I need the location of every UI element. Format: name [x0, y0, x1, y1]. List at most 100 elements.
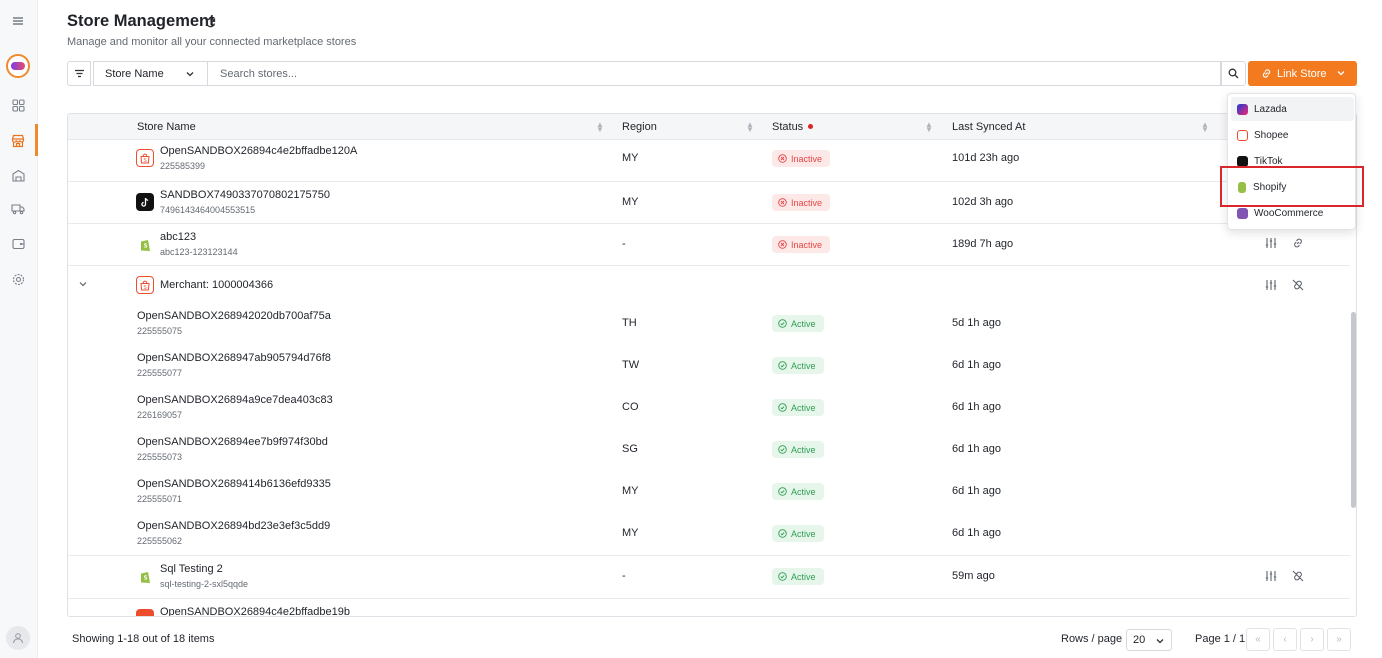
table-row[interactable]: SANDBOX7490337070802175750 7496143464004… — [68, 181, 1350, 223]
store-id: 226169057 — [137, 410, 183, 420]
unlink-icon[interactable] — [1292, 279, 1304, 294]
truck-icon[interactable] — [0, 192, 36, 226]
items-count: Showing 1-18 out of 18 items — [72, 633, 215, 645]
stores-table: Store Name ▲ ▼ Region ▲ ▼ Status ▲ ▼ Last S… — [67, 113, 1357, 617]
store-icon[interactable] — [0, 124, 38, 158]
sort-icon[interactable]: ▲ ▼ — [925, 121, 933, 134]
close-circle-icon — [778, 198, 787, 207]
merchant-store-row[interactable]: OpenSANDBOX2689414b6136efd9335 225555071… — [68, 471, 1350, 513]
region-cell: SG — [622, 443, 638, 455]
region-cell: - — [622, 238, 626, 250]
chevron-down-icon — [186, 72, 194, 77]
store-name[interactable]: OpenSANDBOX268942020db700af75a — [137, 310, 331, 322]
region-cell: MY — [622, 152, 639, 164]
chevron-down-icon[interactable] — [78, 279, 88, 292]
table-row[interactable]: Sql Testing 2 sql-testing-2-sxl5qqde - A… — [68, 555, 1350, 598]
prev-page-button[interactable]: ‹ — [1273, 628, 1297, 651]
store-id: 225555073 — [137, 452, 183, 462]
tiktok-icon — [136, 193, 154, 211]
table-header: Store Name ▲ ▼ Region ▲ ▼ Status ▲ ▼ Last S… — [68, 114, 1356, 140]
status-badge: Inactive — [772, 150, 831, 167]
region-cell: - — [622, 570, 626, 582]
link-store-dropdown: Lazada Shopee TikTok Shopify WooCommerce — [1227, 93, 1356, 230]
refresh-icon[interactable] — [205, 15, 216, 33]
page-info: Page 1 / 1 — [1195, 633, 1246, 645]
last-synced-cell: 6d 1h ago — [952, 401, 1001, 413]
search-icon — [1228, 68, 1239, 79]
column-header-status[interactable]: Status — [772, 121, 814, 133]
link-store-button[interactable]: Link Store — [1248, 61, 1357, 86]
merchant-store-row[interactable]: OpenSANDBOX26894a9ce7dea403c83 226169057… — [68, 387, 1350, 429]
settings-sliders-icon[interactable] — [1265, 237, 1277, 252]
status-badge: Active — [772, 483, 824, 500]
sort-icon[interactable]: ▲ ▼ — [596, 121, 604, 134]
store-id: 7496143464004553515 — [160, 205, 256, 215]
sort-icon[interactable]: ▲ ▼ — [746, 121, 754, 134]
shopee-icon: S — [136, 276, 154, 294]
merchant-store-row[interactable]: OpenSANDBOX268947ab905794d76f8 225555077… — [68, 345, 1350, 387]
store-id: 225555062 — [137, 536, 183, 546]
app-logo — [6, 54, 30, 78]
merchant-store-row[interactable]: OpenSANDBOX26894ee7b9f974f30bd 225555073… — [68, 429, 1350, 471]
sort-icon[interactable]: ▲ ▼ — [1201, 121, 1209, 134]
last-synced-cell: 6d 1h ago — [952, 485, 1001, 497]
store-name[interactable]: OpenSANDBOX26894bd23e3ef3c5dd9 — [137, 520, 330, 532]
link-icon[interactable] — [1292, 237, 1304, 252]
woocommerce-icon — [1237, 207, 1248, 219]
user-avatar[interactable] — [6, 626, 30, 650]
menu-icon[interactable] — [0, 4, 36, 38]
search-input[interactable] — [208, 61, 1221, 86]
status-badge: Active — [772, 357, 824, 374]
store-name[interactable]: OpenSANDBOX2689414b6136efd9335 — [137, 478, 331, 490]
link-icon — [1262, 69, 1271, 78]
dashboard-icon[interactable] — [0, 88, 36, 122]
last-synced-cell: 189d 7h ago — [952, 238, 1014, 250]
dropdown-item-lazada[interactable]: Lazada — [1231, 97, 1354, 121]
dropdown-item-shopee[interactable]: Shopee — [1231, 123, 1354, 147]
search-field-select-value: Store Name — [105, 67, 164, 80]
region-cell: TW — [622, 359, 640, 371]
filter-button[interactable] — [67, 61, 91, 86]
search-button[interactable] — [1221, 61, 1246, 86]
store-name[interactable]: OpenSANDBOX26894ee7b9f974f30bd — [137, 436, 328, 448]
merchant-store-row[interactable]: OpenSANDBOX26894bd23e3ef3c5dd9 225555062… — [68, 513, 1350, 555]
link-store-label: Link Store — [1277, 67, 1327, 80]
column-header-region[interactable]: Region — [622, 121, 657, 133]
next-page-button[interactable]: › — [1300, 628, 1324, 651]
unlink-icon[interactable] — [1292, 570, 1304, 585]
table-row[interactable]: OpenSANDBOX26894c4e2bffadbe19b — [68, 598, 1350, 616]
table-row[interactable]: S OpenSANDBOX26894c4e2bffadbe120A 225585… — [68, 140, 1350, 181]
last-synced-cell: 102d 3h ago — [952, 196, 1014, 208]
wallet-icon[interactable] — [0, 226, 36, 260]
store-name[interactable]: OpenSANDBOX26894c4e2bffadbe19b — [160, 606, 350, 616]
last-synced-cell: 6d 1h ago — [952, 359, 1001, 371]
store-name[interactable]: SANDBOX7490337070802175750 — [160, 189, 330, 201]
warehouse-icon[interactable] — [0, 158, 36, 192]
region-cell: MY — [622, 485, 639, 497]
column-header-last-synced[interactable]: Last Synced At — [952, 121, 1025, 133]
last-page-button[interactable]: » — [1327, 628, 1351, 651]
merchant-label: Merchant: 1000004366 — [160, 279, 274, 291]
sidebar — [0, 0, 38, 658]
chevron-down-icon — [1156, 639, 1164, 644]
merchant-group-row[interactable]: S Merchant: 1000004366 — [68, 265, 1350, 303]
tiktok-icon — [1237, 155, 1248, 167]
column-header-store-name[interactable]: Store Name — [137, 121, 196, 133]
settings-sliders-icon[interactable] — [1265, 279, 1277, 294]
vertical-scrollbar[interactable] — [1351, 312, 1356, 508]
store-name[interactable]: OpenSANDBOX26894a9ce7dea403c83 — [137, 394, 333, 406]
page-subtitle: Manage and monitor all your connected ma… — [67, 36, 357, 48]
status-badge: Active — [772, 441, 824, 458]
store-name[interactable]: abc123 — [160, 231, 196, 243]
merchant-store-row[interactable]: OpenSANDBOX268942020db700af75a 225555075… — [68, 303, 1350, 345]
settings-icon[interactable] — [0, 262, 36, 296]
filter-active-dot — [808, 124, 814, 129]
store-name[interactable]: OpenSANDBOX26894c4e2bffadbe120A — [160, 145, 357, 157]
table-row[interactable]: abc123 abc123-123123144 - Inactive 189d … — [68, 223, 1350, 265]
first-page-button[interactable]: « — [1246, 628, 1270, 651]
search-field-select[interactable]: Store Name — [93, 61, 208, 86]
store-name[interactable]: Sql Testing 2 — [160, 563, 223, 575]
settings-sliders-icon[interactable] — [1265, 570, 1277, 585]
store-name[interactable]: OpenSANDBOX268947ab905794d76f8 — [137, 352, 331, 364]
rows-per-page-select[interactable]: 20 — [1126, 629, 1172, 651]
